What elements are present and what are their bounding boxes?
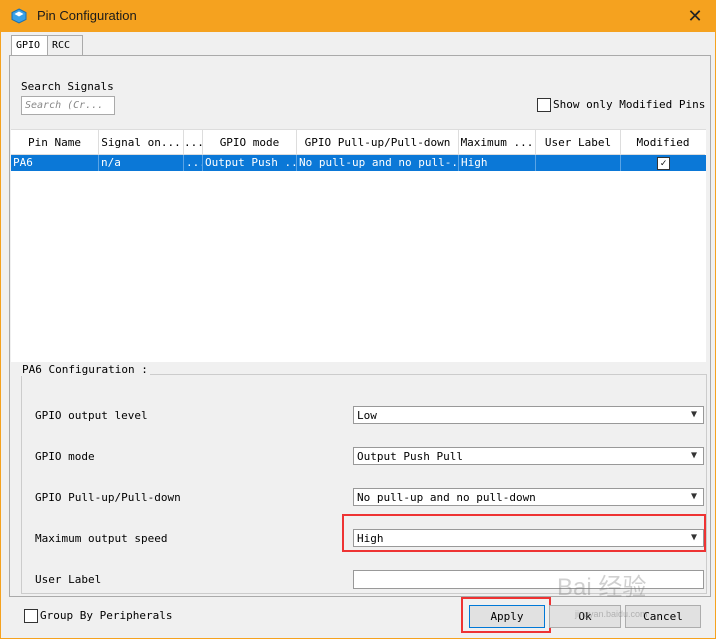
cell-user-label xyxy=(536,155,621,171)
pull-value: No pull-up and no pull-down xyxy=(357,491,536,504)
cell-extra: ... xyxy=(184,155,203,171)
col-header-signal[interactable]: Signal on... xyxy=(99,130,184,155)
col-header-pin-name[interactable]: Pin Name xyxy=(11,130,99,155)
pin-table[interactable]: Pin Name Signal on... ... GPIO mode GPIO… xyxy=(11,129,706,362)
output-level-select[interactable]: Low ▼ xyxy=(353,406,704,424)
title-bar[interactable]: Pin Configuration ✕ xyxy=(1,1,715,32)
cube-icon xyxy=(11,8,27,24)
label-output-level: GPIO output level xyxy=(35,409,148,422)
cell-signal: n/a xyxy=(99,155,184,171)
watermark-text: Bai 经验 xyxy=(557,574,647,601)
cell-speed: High xyxy=(459,155,536,171)
label-max-speed: Maximum output speed xyxy=(35,532,168,545)
label-pull: GPIO Pull-up/Pull-down xyxy=(35,491,181,504)
modified-checkbox[interactable]: ✓ xyxy=(657,157,670,170)
pull-select[interactable]: No pull-up and no pull-down ▼ xyxy=(353,488,704,506)
gpio-mode-select[interactable]: Output Push Pull ▼ xyxy=(353,447,704,465)
watermark-sub: jingyan.baidu.com xyxy=(575,609,648,619)
col-header-user-label[interactable]: User Label xyxy=(536,130,621,155)
gpio-tab-panel: Search Signals Search (Cr... Show only M… xyxy=(9,55,711,597)
table-row[interactable]: PA6 n/a ... Output Push ... No pull-up a… xyxy=(11,155,706,171)
search-input[interactable]: Search (Cr... xyxy=(21,96,115,115)
tab-rcc[interactable]: RCC xyxy=(47,35,83,56)
search-signals-label: Search Signals xyxy=(21,80,114,93)
pin-configuration-dialog: Pin Configuration ✕ GPIO RCC Search Sign… xyxy=(0,0,716,639)
cell-pull: No pull-up and no pull-... xyxy=(299,155,459,171)
pin-config-group: GPIO output level Low ▼ GPIO mode Output… xyxy=(21,374,707,594)
cell-pin: PA6 xyxy=(11,155,99,171)
highlight-apply xyxy=(461,597,551,633)
group-by-peripherals-label: Group By Peripherals xyxy=(40,609,173,622)
close-icon[interactable]: ✕ xyxy=(683,4,707,28)
config-group-title: PA6 Configuration : xyxy=(20,363,150,376)
chevron-down-icon: ▼ xyxy=(690,409,698,420)
col-header-extra[interactable]: ... xyxy=(184,130,203,155)
window-title: Pin Configuration xyxy=(37,8,137,23)
col-header-pull[interactable]: GPIO Pull-up/Pull-down xyxy=(297,130,459,155)
output-level-value: Low xyxy=(357,409,377,422)
show-modified-label: Show only Modified Pins xyxy=(553,98,706,111)
col-header-max-speed[interactable]: Maximum ... xyxy=(459,130,536,155)
show-modified-checkbox[interactable] xyxy=(537,98,551,112)
label-user-label: User Label xyxy=(35,573,102,586)
tab-gpio[interactable]: GPIO xyxy=(11,35,51,57)
chevron-down-icon: ▼ xyxy=(690,450,698,461)
highlight-max-speed xyxy=(342,514,706,552)
col-header-gpio-mode[interactable]: GPIO mode xyxy=(203,130,297,155)
user-label-input[interactable] xyxy=(353,570,704,589)
gpio-mode-value: Output Push Pull xyxy=(357,450,463,463)
chevron-down-icon: ▼ xyxy=(690,491,698,502)
col-header-modified[interactable]: Modified xyxy=(621,130,705,155)
cell-mode: Output Push ... xyxy=(205,155,297,171)
group-by-peripherals-checkbox[interactable] xyxy=(24,609,38,623)
label-gpio-mode: GPIO mode xyxy=(35,450,95,463)
